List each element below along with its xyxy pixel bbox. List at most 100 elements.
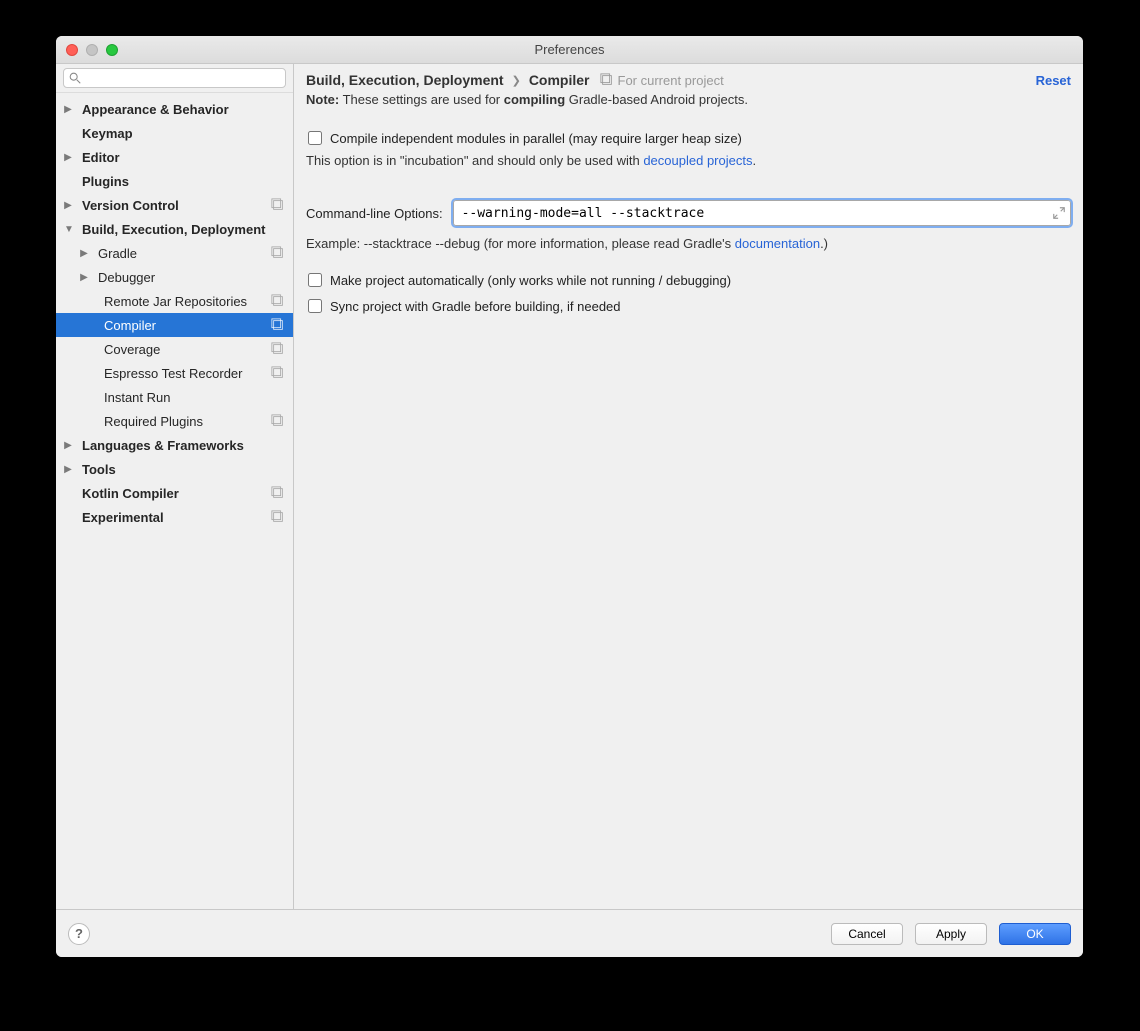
reset-link[interactable]: Reset (1036, 73, 1071, 88)
tree-item-label: Keymap (82, 126, 285, 141)
maximize-window-button[interactable] (106, 44, 118, 56)
tree-item-label: Gradle (98, 246, 271, 261)
tree-item-label: Espresso Test Recorder (104, 366, 271, 381)
project-scope-icon (271, 198, 285, 212)
form: Compile independent modules in parallel … (294, 113, 1083, 317)
ok-button[interactable]: OK (999, 923, 1071, 945)
sync-gradle-checkbox[interactable] (308, 299, 322, 313)
tree-item-label: Debugger (98, 270, 285, 285)
tree-item-label: Instant Run (104, 390, 285, 405)
scope-label: For current project (600, 73, 724, 88)
tree-item-keymap[interactable]: Keymap (56, 121, 293, 145)
titlebar: Preferences (56, 36, 1083, 64)
make-auto-row: Make project automatically (only works w… (306, 269, 1071, 291)
compile-parallel-checkbox[interactable] (308, 131, 322, 145)
tree-item-label: Editor (82, 150, 285, 165)
tree-item-label: Plugins (82, 174, 285, 189)
note-prefix: Note: (306, 92, 339, 107)
compile-parallel-label: Compile independent modules in parallel … (330, 131, 742, 146)
settings-tree: ▶ Appearance & Behavior Keymap ▶ Editor Plugi… (56, 93, 293, 909)
compile-parallel-hint: This option is in "incubation" and shoul… (306, 153, 1071, 178)
cancel-button[interactable]: Cancel (831, 923, 903, 945)
documentation-link[interactable]: documentation (735, 236, 820, 251)
disclosure-arrow-icon: ▼ (64, 224, 72, 235)
make-auto-checkbox[interactable] (308, 273, 322, 287)
tree-item-label: Version Control (82, 198, 271, 213)
command-line-row: Command-line Options: (306, 200, 1071, 226)
compile-parallel-row: Compile independent modules in parallel … (306, 127, 1071, 149)
project-scope-icon (271, 318, 285, 332)
disclosure-arrow-icon: ▶ (64, 440, 72, 451)
disclosure-arrow-icon: ▶ (64, 152, 72, 163)
example-post: .) (820, 236, 828, 251)
hint-pre: This option is in "incubation" and shoul… (306, 153, 643, 168)
window-body: ▶ Appearance & Behavior Keymap ▶ Editor Plugi… (56, 64, 1083, 909)
disclosure-arrow-icon: ▶ (80, 248, 88, 259)
tree-item-label: Tools (82, 462, 285, 477)
window-controls (66, 44, 118, 56)
tree-item-espresso-test-recorder[interactable]: Espresso Test Recorder (56, 361, 293, 385)
tree-item-tools[interactable]: ▶Tools (56, 457, 293, 481)
project-scope-icon (271, 366, 285, 380)
disclosure-arrow-icon: ▶ (64, 200, 72, 211)
note-bold: compiling (504, 92, 565, 107)
sidebar: ▶ Appearance & Behavior Keymap ▶ Editor Plugi… (56, 64, 294, 909)
help-button[interactable]: ? (68, 923, 90, 945)
tree-item-label: Coverage (104, 342, 271, 357)
content-header: Build, Execution, Deployment ❯ Compiler … (294, 64, 1083, 92)
command-line-input[interactable] (453, 200, 1071, 226)
tree-item-label: Required Plugins (104, 414, 271, 429)
tree-item-editor[interactable]: ▶ Editor (56, 145, 293, 169)
breadcrumb: Build, Execution, Deployment ❯ Compiler (306, 72, 590, 88)
tree-item-appearance-behavior[interactable]: ▶ Appearance & Behavior (56, 97, 293, 121)
note-row: Note: These settings are used for compil… (294, 92, 1083, 113)
tree-item-coverage[interactable]: Coverage (56, 337, 293, 361)
tree-item-label: Appearance & Behavior (82, 102, 285, 117)
tree-item-label: Compiler (104, 318, 271, 333)
tree-item-compiler[interactable]: Compiler (56, 313, 293, 337)
disclosure-arrow-icon: ▶ (80, 272, 88, 283)
hint-post: . (752, 153, 756, 168)
close-window-button[interactable] (66, 44, 78, 56)
tree-item-plugins[interactable]: Plugins (56, 169, 293, 193)
tree-item-remote-jar-repositories[interactable]: Remote Jar Repositories (56, 289, 293, 313)
project-scope-icon (600, 73, 614, 87)
tree-item-required-plugins[interactable]: Required Plugins (56, 409, 293, 433)
search-wrap (56, 64, 293, 93)
decoupled-projects-link[interactable]: decoupled projects (643, 153, 752, 168)
tree-item-label: Build, Execution, Deployment (82, 222, 285, 237)
note-pre: These settings are used for (339, 92, 504, 107)
scope-text: For current project (618, 73, 724, 88)
content-pane: Build, Execution, Deployment ❯ Compiler … (294, 64, 1083, 909)
search-input[interactable] (63, 68, 286, 88)
project-scope-icon (271, 486, 285, 500)
tree-item-instant-run[interactable]: Instant Run (56, 385, 293, 409)
tree-item-version-control[interactable]: ▶ Version Control (56, 193, 293, 217)
tree-item-debugger[interactable]: ▶ Debugger (56, 265, 293, 289)
chevron-right-icon: ❯ (512, 74, 521, 87)
apply-button[interactable]: Apply (915, 923, 987, 945)
breadcrumb-parent: Build, Execution, Deployment (306, 72, 504, 88)
footer: ? Cancel Apply OK (56, 909, 1083, 957)
minimize-window-button[interactable] (86, 44, 98, 56)
make-auto-label: Make project automatically (only works w… (330, 273, 731, 288)
disclosure-arrow-icon: ▶ (64, 104, 72, 115)
command-line-label: Command-line Options: (306, 206, 443, 221)
tree-item-kotlin-compiler[interactable]: Kotlin Compiler (56, 481, 293, 505)
project-scope-icon (271, 246, 285, 260)
expand-field-icon[interactable] (1052, 206, 1066, 220)
note-post: Gradle-based Android projects. (565, 92, 748, 107)
tree-item-label: Remote Jar Repositories (104, 294, 271, 309)
tree-item-languages-frameworks[interactable]: ▶ Languages & Frameworks (56, 433, 293, 457)
tree-item-build-execution-deployment[interactable]: ▼ Build, Execution, Deployment (56, 217, 293, 241)
tree-item-label: Kotlin Compiler (82, 486, 271, 501)
tree-item-experimental[interactable]: Experimental (56, 505, 293, 529)
breadcrumb-current: Compiler (529, 72, 590, 88)
tree-item-label: Experimental (82, 510, 271, 525)
tree-item-label: Languages & Frameworks (82, 438, 285, 453)
project-scope-icon (271, 510, 285, 524)
sync-gradle-label: Sync project with Gradle before building… (330, 299, 621, 314)
project-scope-icon (271, 342, 285, 356)
tree-item-gradle[interactable]: ▶ Gradle (56, 241, 293, 265)
preferences-window: Preferences ▶ Appearance & Behavior Keymap… (56, 36, 1083, 957)
